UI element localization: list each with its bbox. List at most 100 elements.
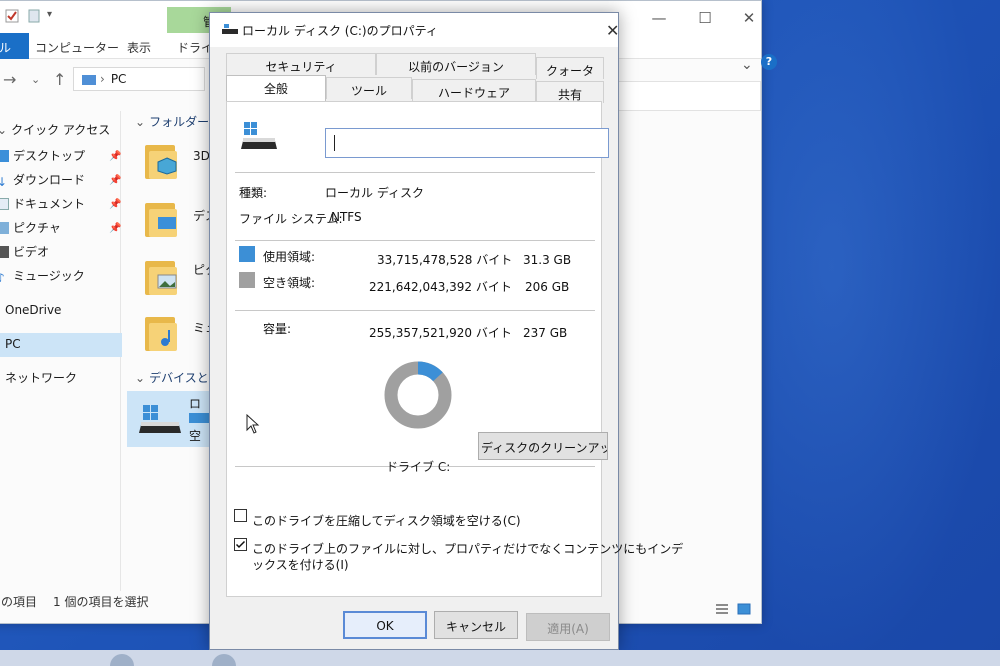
network-icon bbox=[0, 372, 1, 384]
ok-button[interactable]: OK bbox=[343, 611, 427, 639]
breadcrumb-separator-icon: › bbox=[100, 72, 105, 86]
used-space-bytes: 33,715,478,528 バイト bbox=[377, 253, 513, 267]
index-checkbox[interactable] bbox=[234, 538, 247, 551]
quick-access-dropdown-icon[interactable]: ▾ bbox=[47, 9, 52, 20]
tab-label: 共有 bbox=[557, 88, 582, 102]
nav-item-pictures[interactable]: ピクチャ bbox=[0, 219, 61, 239]
compress-checkbox[interactable] bbox=[234, 509, 247, 522]
nav-label: ピクチャ bbox=[13, 221, 61, 235]
search-box[interactable] bbox=[617, 81, 761, 111]
nav-label: PC bbox=[5, 337, 21, 351]
new-folder-icon[interactable] bbox=[27, 8, 41, 24]
drive-tile-sublabel: 空 bbox=[189, 429, 202, 443]
music-note-icon bbox=[161, 330, 170, 346]
close-icon[interactable]: ✕ bbox=[606, 21, 619, 40]
cube-icon bbox=[157, 157, 177, 175]
tab-tools[interactable]: ツール bbox=[326, 77, 412, 99]
capacity-gb: 237 GB bbox=[523, 326, 568, 340]
nav-item-onedrive[interactable]: OneDrive bbox=[0, 303, 61, 323]
ok-button-label: OK bbox=[376, 619, 394, 633]
ribbon-file-tab[interactable]: ル bbox=[0, 33, 29, 59]
properties-icon[interactable] bbox=[5, 8, 19, 24]
drive-usage-bar bbox=[189, 413, 209, 423]
nav-label: デスクトップ bbox=[13, 149, 86, 163]
nav-label: ネットワーク bbox=[5, 371, 78, 385]
hard-drive-icon bbox=[222, 24, 238, 34]
tab-sharing[interactable]: 共有 bbox=[536, 81, 604, 103]
content-pane: ⌄ フォルダー (7) 3D デス ピク ミュ ⌄ デバイスとドラ ロ 空 bbox=[127, 111, 233, 581]
nav-label: ビデオ bbox=[13, 245, 50, 259]
pictures-icon bbox=[0, 222, 9, 234]
ribbon-tab-view[interactable]: 表示 bbox=[127, 39, 151, 56]
drive-tile-label: ロー bbox=[189, 397, 202, 428]
folder-pictures[interactable] bbox=[145, 257, 179, 297]
nav-item-videos[interactable]: ビデオ bbox=[0, 243, 49, 263]
folder-label: 3D bbox=[193, 149, 210, 163]
desktop-background bbox=[760, 0, 1000, 666]
onedrive-icon bbox=[0, 304, 1, 316]
pc-icon bbox=[0, 338, 1, 350]
tab-label: クォータ bbox=[545, 64, 594, 78]
folder-3d-objects[interactable] bbox=[145, 141, 179, 181]
drive-c-tile[interactable]: ロー 空 bbox=[127, 391, 211, 447]
drive-c-label: ドライブ C: bbox=[386, 460, 451, 474]
taskbar bbox=[0, 650, 1000, 666]
ribbon-file-label: ル bbox=[0, 41, 12, 55]
tab-security[interactable]: セキュリティ bbox=[226, 53, 376, 75]
cancel-button[interactable]: キャンセル bbox=[434, 611, 518, 639]
disk-cleanup-button[interactable]: ディスクのクリーンアップ(D) bbox=[478, 432, 608, 460]
capacity-bytes: 255,357,521,920 バイト bbox=[369, 326, 512, 340]
drive-name-input[interactable] bbox=[325, 128, 609, 158]
minimize-icon[interactable]: — bbox=[649, 9, 669, 27]
nav-item-desktop[interactable]: デスクトップ bbox=[0, 147, 85, 167]
hard-drive-icon bbox=[241, 122, 277, 149]
details-view-icon[interactable] bbox=[715, 603, 729, 615]
tab-previous-versions[interactable]: 以前のバージョン bbox=[376, 53, 536, 75]
tab-label: セキュリティ bbox=[265, 60, 337, 74]
nav-label: OneDrive bbox=[5, 303, 62, 317]
address-bar[interactable]: › PC bbox=[73, 67, 205, 91]
forward-arrow-icon[interactable]: → bbox=[3, 70, 16, 89]
folder-music[interactable] bbox=[145, 313, 179, 353]
chevron-down-icon: ⌄ bbox=[135, 115, 146, 129]
file-system-value: NTFS bbox=[331, 210, 362, 224]
nav-item-pc[interactable]: PC bbox=[0, 337, 21, 357]
tab-label: 全般 bbox=[263, 82, 288, 96]
tab-general[interactable]: 全般 bbox=[226, 75, 326, 101]
recent-dropdown-icon[interactable]: ⌄ bbox=[31, 73, 40, 86]
download-icon: ↓ bbox=[0, 175, 8, 189]
nav-item-music[interactable]: ♪ ミュージック bbox=[0, 267, 85, 287]
divider bbox=[235, 240, 595, 241]
large-icons-view-icon[interactable] bbox=[737, 603, 751, 615]
apply-button-label: 適用(A) bbox=[547, 622, 589, 636]
up-arrow-icon[interactable]: ↑ bbox=[53, 70, 66, 89]
status-item-count: の項目 bbox=[1, 595, 38, 609]
index-checkbox-label: このドライブ上のファイルに対し、プロパティだけでなくコンテンツにもインデ bbox=[252, 542, 684, 556]
pin-icon: 📌 bbox=[109, 199, 122, 210]
nav-item-downloads[interactable]: ↓ ダウンロード bbox=[0, 171, 85, 191]
tab-label: ハードウェア bbox=[437, 86, 510, 100]
nav-item-quick-access[interactable]: ⌄ クイック アクセス bbox=[0, 121, 110, 141]
address-text: PC bbox=[110, 72, 127, 86]
help-icon[interactable]: ? bbox=[761, 54, 777, 70]
folder-desktop[interactable] bbox=[145, 199, 179, 239]
video-icon bbox=[0, 246, 9, 258]
apply-button[interactable]: 適用(A) bbox=[526, 613, 610, 641]
taskbar-app-icon[interactable] bbox=[110, 654, 134, 666]
navigation-pane: ⌄ クイック アクセス デスクトップ 📌 ↓ ダウンロード 📌 ドキュメント 📌 ピ… bbox=[0, 111, 122, 591]
tab-hardware[interactable]: ハードウェア bbox=[412, 79, 536, 101]
pin-icon: 📌 bbox=[109, 151, 122, 162]
music-icon: ♪ bbox=[0, 271, 5, 285]
usage-donut-chart bbox=[384, 361, 452, 429]
nav-item-network[interactable]: ネットワーク bbox=[0, 369, 77, 389]
dialog-titlebar: ローカル ディスク (C:)のプロパティ ✕ bbox=[210, 13, 619, 47]
ribbon-tab-computer[interactable]: コンピューター bbox=[35, 39, 119, 56]
tab-quota[interactable]: クォータ bbox=[536, 57, 604, 79]
maximize-icon[interactable]: ☐ bbox=[695, 9, 715, 27]
close-icon[interactable]: ✕ bbox=[739, 9, 759, 27]
used-space-gb: 31.3 GB bbox=[523, 253, 572, 267]
nav-item-documents[interactable]: ドキュメント bbox=[0, 195, 85, 215]
chevron-down-icon: ⌄ bbox=[135, 371, 146, 385]
free-space-label: 空き領域: bbox=[263, 276, 316, 290]
taskbar-app-icon[interactable] bbox=[212, 654, 236, 666]
